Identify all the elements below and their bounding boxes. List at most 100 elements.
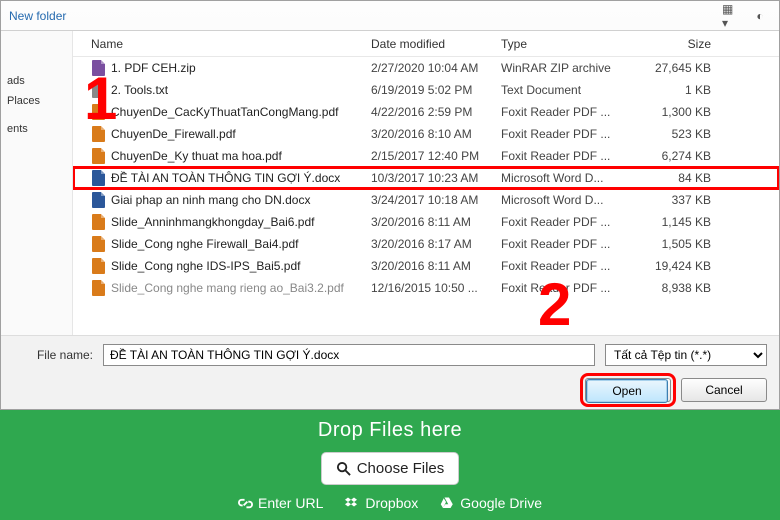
file-type: Foxit Reader PDF ... xyxy=(501,127,631,141)
dialog-bottom-bar: File name: Tất cả Tệp tin (*.*) Open Can… xyxy=(1,335,779,409)
file-type: Foxit Reader PDF ... xyxy=(501,237,631,251)
file-row[interactable]: Slide_Anninhmangkhongday_Bai6.pdf3/20/20… xyxy=(73,211,779,233)
sidebar-item[interactable]: ents xyxy=(1,119,72,139)
file-row[interactable]: ĐỀ TÀI AN TOÀN THÔNG TIN GỢI Ý.docx10/3/… xyxy=(73,167,779,189)
file-size: 84 KB xyxy=(631,171,711,185)
places-sidebar: ads Places ents xyxy=(1,31,73,335)
sidebar-item[interactable]: Places xyxy=(1,91,72,111)
file-list-area: Name Date modified Type Size 1. PDF CEH.… xyxy=(73,31,779,335)
cancel-button[interactable]: Cancel xyxy=(681,378,767,402)
file-row[interactable]: ChuyenDe_CacKyThuatTanCongMang.pdf4/22/2… xyxy=(73,101,779,123)
pdf-file-icon xyxy=(91,280,107,296)
file-date: 4/22/2016 2:59 PM xyxy=(371,105,501,119)
doc-file-icon xyxy=(91,170,107,186)
file-row[interactable]: Giai phap an ninh mang cho DN.docx3/24/2… xyxy=(73,189,779,211)
doc-file-icon xyxy=(91,192,107,208)
zip-file-icon xyxy=(91,60,107,76)
file-row[interactable]: Slide_Cong nghe Firewall_Bai4.pdf3/20/20… xyxy=(73,233,779,255)
file-name: Slide_Anninhmangkhongday_Bai6.pdf xyxy=(111,215,371,229)
filename-label: File name: xyxy=(13,348,93,362)
enter-url-link[interactable]: Enter URL xyxy=(238,495,323,511)
file-date: 3/20/2016 8:11 AM xyxy=(371,215,501,229)
file-name: 2. Tools.txt xyxy=(111,83,371,97)
pdf-file-icon xyxy=(91,148,107,164)
pdf-file-icon xyxy=(91,104,107,120)
file-size: 1,300 KB xyxy=(631,105,711,119)
txt-file-icon xyxy=(91,82,107,98)
pdf-file-icon xyxy=(91,258,107,274)
file-open-dialog: New folder ▦ ▾ ◐ ads Places ents Name Da… xyxy=(0,0,780,410)
file-row[interactable]: Slide_Cong nghe mang rieng ao_Bai3.2.pdf… xyxy=(73,277,779,299)
file-name: ChuyenDe_Ky thuat ma hoa.pdf xyxy=(111,149,371,163)
file-date: 6/19/2019 5:02 PM xyxy=(371,83,501,97)
file-date: 2/27/2020 10:04 AM xyxy=(371,61,501,75)
file-date: 2/15/2017 12:40 PM xyxy=(371,149,501,163)
file-type: Foxit Reader PDF ... xyxy=(501,149,631,163)
file-size: 337 KB xyxy=(631,193,711,207)
file-row[interactable]: ChuyenDe_Firewall.pdf3/20/2016 8:10 AMFo… xyxy=(73,123,779,145)
dropbox-icon xyxy=(345,496,360,511)
file-row[interactable]: Slide_Cong nghe IDS-IPS_Bai5.pdf3/20/201… xyxy=(73,255,779,277)
sidebar-item[interactable]: ads xyxy=(1,71,72,91)
file-type: Foxit Reader PDF ... xyxy=(501,259,631,273)
file-row[interactable]: 2. Tools.txt6/19/2019 5:02 PMText Docume… xyxy=(73,79,779,101)
choose-files-label: Choose Files xyxy=(357,460,445,477)
file-row[interactable]: 1. PDF CEH.zip2/27/2020 10:04 AMWinRAR Z… xyxy=(73,57,779,79)
file-size: 523 KB xyxy=(631,127,711,141)
file-name: Giai phap an ninh mang cho DN.docx xyxy=(111,193,371,207)
file-name: ChuyenDe_Firewall.pdf xyxy=(111,127,371,141)
file-name: 1. PDF CEH.zip xyxy=(111,61,371,75)
view-mode-icon[interactable]: ▦ ▾ xyxy=(721,6,743,26)
open-button[interactable]: Open xyxy=(586,379,668,403)
sidebar-item xyxy=(1,111,72,119)
file-name: ĐỀ TÀI AN TOÀN THÔNG TIN GỢI Ý.docx xyxy=(111,171,371,185)
file-row[interactable]: ChuyenDe_Ky thuat ma hoa.pdf2/15/2017 12… xyxy=(73,145,779,167)
file-type: Microsoft Word D... xyxy=(501,171,631,185)
google-drive-link[interactable]: Google Drive xyxy=(440,495,542,511)
file-date: 3/24/2017 10:18 AM xyxy=(371,193,501,207)
filetype-select[interactable]: Tất cả Tệp tin (*.*) xyxy=(605,344,767,366)
file-size: 27,645 KB xyxy=(631,61,711,75)
file-size: 1,145 KB xyxy=(631,215,711,229)
upload-drop-area[interactable]: Drop Files here Choose Files Enter URL D… xyxy=(0,410,780,520)
file-size: 1,505 KB xyxy=(631,237,711,251)
file-name: Slide_Cong nghe Firewall_Bai4.pdf xyxy=(111,237,371,251)
file-type: Foxit Reader PDF ... xyxy=(501,215,631,229)
column-size[interactable]: Size xyxy=(631,37,711,51)
file-type: Foxit Reader PDF ... xyxy=(501,105,631,119)
file-name: Slide_Cong nghe IDS-IPS_Bai5.pdf xyxy=(111,259,371,273)
file-type: WinRAR ZIP archive xyxy=(501,61,631,75)
file-type: Microsoft Word D... xyxy=(501,193,631,207)
column-date[interactable]: Date modified xyxy=(371,37,501,51)
pdf-file-icon xyxy=(91,236,107,252)
column-headers[interactable]: Name Date modified Type Size xyxy=(73,31,779,57)
choose-files-button[interactable]: Choose Files xyxy=(321,452,460,485)
new-folder-button[interactable]: New folder xyxy=(9,9,66,23)
column-name[interactable]: Name xyxy=(91,37,371,51)
file-type: Foxit Reader PDF ... xyxy=(501,281,631,295)
file-date: 3/20/2016 8:10 AM xyxy=(371,127,501,141)
file-size: 19,424 KB xyxy=(631,259,711,273)
search-icon xyxy=(336,461,351,476)
upload-source-links: Enter URL Dropbox Google Drive xyxy=(238,495,542,511)
column-type[interactable]: Type xyxy=(501,37,631,51)
pdf-file-icon xyxy=(91,214,107,230)
file-date: 3/20/2016 8:11 AM xyxy=(371,259,501,273)
filename-input[interactable] xyxy=(103,344,595,366)
file-size: 1 KB xyxy=(631,83,711,97)
dialog-toolbar: New folder ▦ ▾ ◐ xyxy=(1,1,779,31)
help-icon[interactable]: ◐ xyxy=(749,6,771,26)
file-name: Slide_Cong nghe mang rieng ao_Bai3.2.pdf xyxy=(111,281,371,295)
pdf-file-icon xyxy=(91,126,107,142)
file-size: 6,274 KB xyxy=(631,149,711,163)
file-name: ChuyenDe_CacKyThuatTanCongMang.pdf xyxy=(111,105,371,119)
file-date: 12/16/2015 10:50 ... xyxy=(371,281,501,295)
file-size: 8,938 KB xyxy=(631,281,711,295)
link-icon xyxy=(238,496,253,511)
file-date: 3/20/2016 8:17 AM xyxy=(371,237,501,251)
drop-files-label: Drop Files here xyxy=(318,419,462,442)
file-date: 10/3/2017 10:23 AM xyxy=(371,171,501,185)
dropbox-link[interactable]: Dropbox xyxy=(345,495,418,511)
google-drive-icon xyxy=(440,496,455,511)
open-button-highlight: Open xyxy=(585,378,671,402)
